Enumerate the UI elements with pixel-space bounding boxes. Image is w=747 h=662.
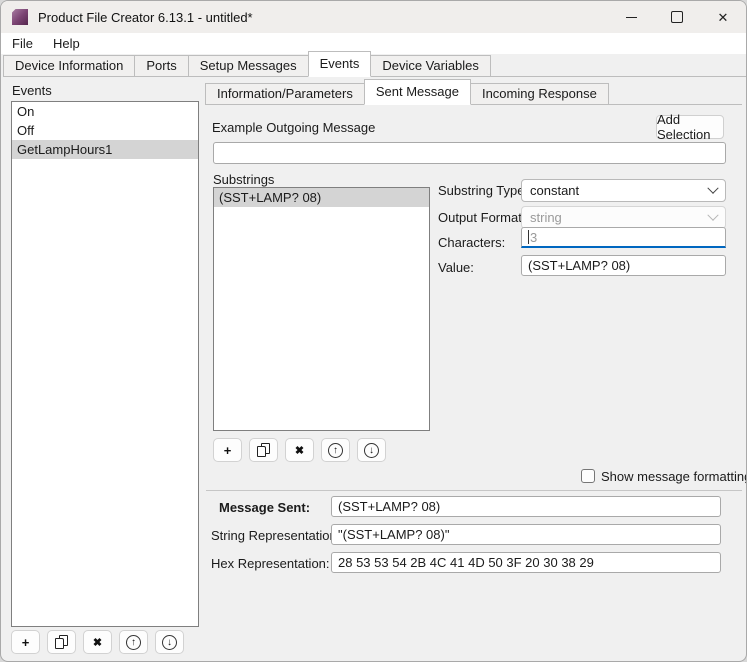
delete-icon: ✖ (295, 444, 304, 457)
tab-ports[interactable]: Ports (134, 55, 188, 76)
output-format-label: Output Format: (438, 210, 525, 225)
value-input[interactable]: (SST+LAMP? 08) (521, 255, 726, 276)
hex-representation-value: 28 53 53 54 2B 4C 41 4D 50 3F 20 30 38 2… (331, 552, 721, 573)
maximize-button[interactable] (654, 1, 700, 33)
tab-information-parameters[interactable]: Information/Parameters (205, 83, 365, 104)
example-outgoing-message-label: Example Outgoing Message (212, 120, 375, 135)
duplicate-substring-button[interactable] (249, 438, 278, 462)
characters-value: 3 (530, 230, 537, 245)
close-button[interactable]: ✕ (700, 1, 746, 33)
move-event-down-button[interactable]: ↓ (155, 630, 184, 654)
output-format-value: string (530, 210, 562, 225)
characters-input[interactable]: 3 (521, 227, 726, 248)
substrings-list[interactable]: (SST+LAMP? 08) (213, 187, 430, 431)
plus-icon: + (22, 635, 30, 650)
add-substring-button[interactable]: + (213, 438, 242, 462)
tab-device-information[interactable]: Device Information (3, 55, 135, 76)
minimize-icon (626, 17, 637, 18)
show-message-formatting-checkbox[interactable] (581, 469, 595, 483)
menu-file[interactable]: File (3, 34, 42, 53)
tab-incoming-response[interactable]: Incoming Response (470, 83, 609, 104)
delete-substring-button[interactable]: ✖ (285, 438, 314, 462)
events-list[interactable]: On Off GetLampHours1 (11, 101, 199, 627)
list-item-selected[interactable]: GetLampHours1 (12, 140, 198, 159)
app-window: Product File Creator 6.13.1 - untitled* … (0, 0, 747, 662)
minimize-button[interactable] (608, 1, 654, 33)
app-icon (12, 9, 28, 25)
show-message-formatting-label: Show message formatting (601, 469, 747, 484)
chevron-down-icon (707, 209, 718, 220)
down-arrow-icon: ↓ (364, 443, 379, 458)
list-item[interactable]: Off (12, 121, 198, 140)
delete-event-button[interactable]: ✖ (83, 630, 112, 654)
move-substring-up-button[interactable]: ↑ (321, 438, 350, 462)
value-label: Value: (438, 260, 474, 275)
up-arrow-icon: ↑ (328, 443, 343, 458)
add-event-button[interactable]: + (11, 630, 40, 654)
substrings-label: Substrings (213, 172, 274, 187)
message-tab-bar: Information/Parameters Sent Message Inco… (205, 83, 742, 105)
copy-icon (55, 635, 68, 649)
string-representation-label: String Representation: (211, 528, 340, 543)
string-representation-value: "(SST+LAMP? 08)" (331, 524, 721, 545)
text-caret (528, 230, 529, 244)
down-arrow-icon: ↓ (162, 635, 177, 650)
maximize-icon (671, 11, 683, 23)
title-bar: Product File Creator 6.13.1 - untitled* … (1, 1, 746, 33)
list-item-selected[interactable]: (SST+LAMP? 08) (214, 188, 429, 207)
substring-type-value: constant (530, 183, 579, 198)
substring-type-select[interactable]: constant (521, 179, 726, 202)
events-label: Events (12, 83, 52, 98)
section-divider (206, 490, 742, 491)
window-controls: ✕ (608, 1, 746, 33)
example-outgoing-message-input[interactable] (213, 142, 726, 164)
list-item[interactable]: On (12, 102, 198, 121)
tab-events[interactable]: Events (308, 51, 372, 77)
substring-type-label: Substring Type: (438, 183, 528, 198)
characters-label: Characters: (438, 235, 505, 250)
main-tab-bar: Device Information Ports Setup Messages … (3, 54, 746, 77)
events-toolbar: + ✖ ↑ ↓ (11, 630, 184, 654)
message-sent-value: (SST+LAMP? 08) (331, 496, 721, 517)
close-icon: ✕ (718, 11, 729, 24)
chevron-down-icon (707, 182, 718, 193)
move-event-up-button[interactable]: ↑ (119, 630, 148, 654)
add-selection-button[interactable]: Add Selection (656, 115, 724, 139)
hex-representation-label: Hex Representation: (211, 556, 330, 571)
menu-bar: File Help (1, 33, 746, 54)
tab-sent-message[interactable]: Sent Message (364, 79, 471, 105)
menu-help[interactable]: Help (44, 34, 89, 53)
copy-icon (257, 443, 270, 457)
up-arrow-icon: ↑ (126, 635, 141, 650)
window-title: Product File Creator 6.13.1 - untitled* (38, 10, 253, 25)
message-sent-label: Message Sent: (219, 500, 310, 515)
tab-device-variables[interactable]: Device Variables (370, 55, 491, 76)
duplicate-event-button[interactable] (47, 630, 76, 654)
plus-icon: + (224, 443, 232, 458)
move-substring-down-button[interactable]: ↓ (357, 438, 386, 462)
substrings-toolbar: + ✖ ↑ ↓ (213, 438, 386, 462)
output-format-select: string (521, 206, 726, 229)
tab-setup-messages[interactable]: Setup Messages (188, 55, 309, 76)
delete-icon: ✖ (93, 636, 102, 649)
